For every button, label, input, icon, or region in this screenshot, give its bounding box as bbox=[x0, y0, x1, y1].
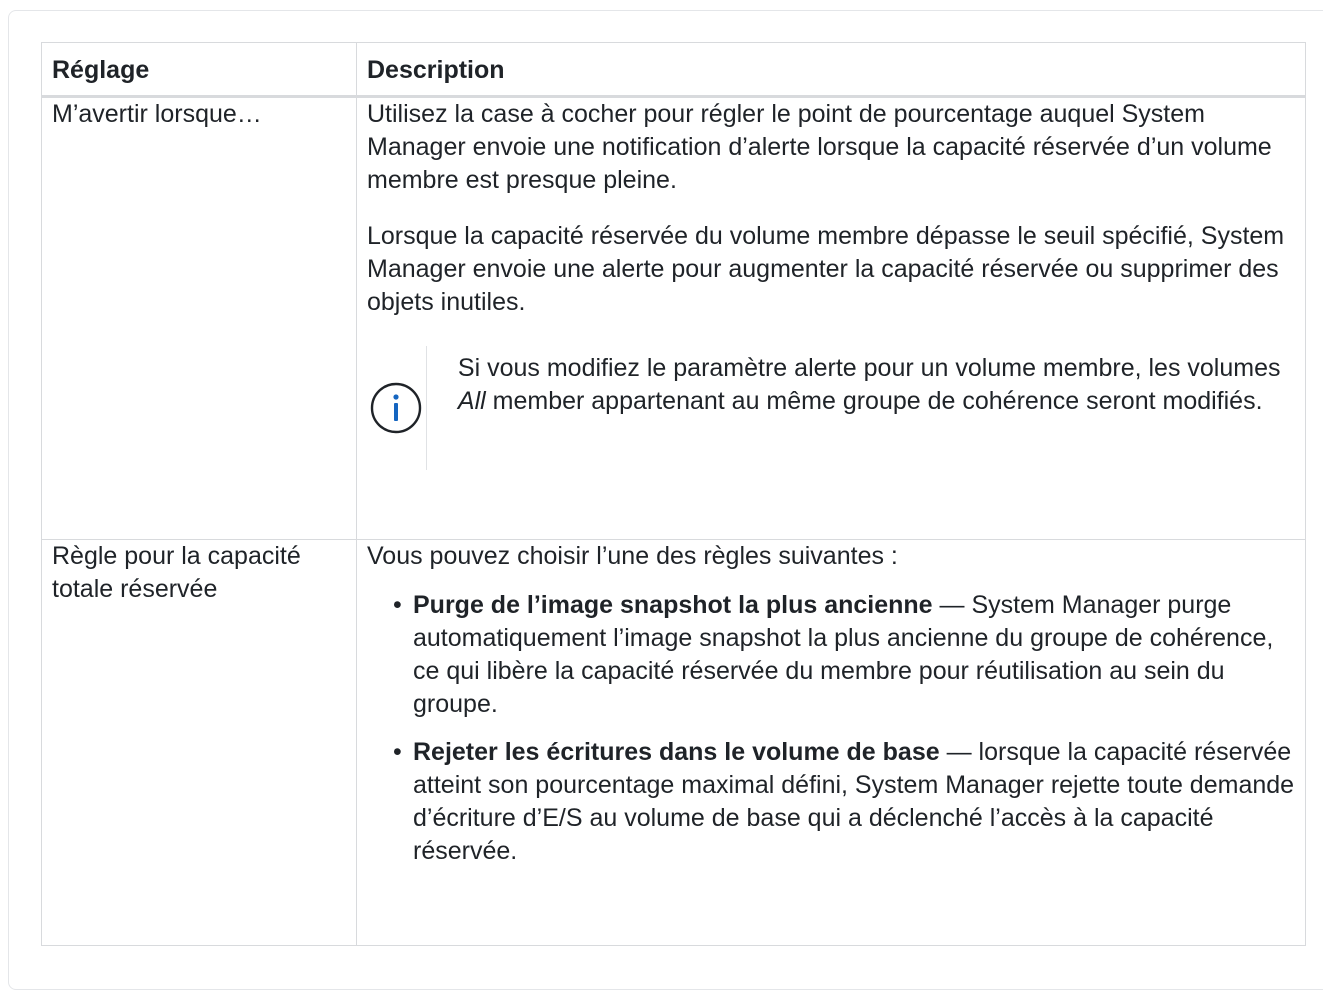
table-row: Règle pour la capacité totale réservée V… bbox=[41, 539, 1306, 946]
note-text: Si vous modifiez le paramètre alerte pou… bbox=[427, 346, 1295, 470]
table-row: M’avertir lorsque… Utilisez la case à co… bbox=[41, 96, 1306, 540]
description-paragraph: Lorsque la capacité réservée du volume m… bbox=[367, 222, 1285, 316]
rule-term: Rejeter les écritures dans le volume de … bbox=[413, 738, 940, 766]
column-header-setting: Réglage bbox=[41, 42, 357, 98]
settings-table: Réglage Description M’avertir lorsque… U… bbox=[41, 42, 1306, 946]
bullet: • bbox=[393, 738, 402, 766]
info-circle-icon bbox=[371, 382, 422, 434]
setting-name: M’avertir lorsque… bbox=[41, 96, 357, 540]
list-item: • Purge de l’image snapshot la plus anci… bbox=[391, 589, 1295, 721]
setting-description: Vous pouvez choisir l’une des règles sui… bbox=[356, 539, 1306, 946]
note-text-part: member appartenant au même groupe de coh… bbox=[485, 387, 1263, 415]
setting-description: Utilisez la case à cocher pour régler le… bbox=[356, 96, 1306, 540]
rule-term: Purge de l’image snapshot la plus ancien… bbox=[413, 591, 933, 619]
note-emphasis: All bbox=[457, 387, 486, 415]
note-text-part: Si vous modifiez le paramètre alerte pou… bbox=[457, 354, 1281, 382]
description-paragraph: Utilisez la case à cocher pour régler le… bbox=[367, 100, 1272, 194]
list-item: • Rejeter les écritures dans le volume d… bbox=[391, 736, 1295, 868]
info-note: Si vous modifiez le paramètre alerte pou… bbox=[367, 346, 1295, 470]
note-icon-container bbox=[367, 346, 427, 470]
column-header-description: Description bbox=[356, 42, 1306, 98]
rules-intro: Vous pouvez choisir l’une des règles sui… bbox=[367, 542, 898, 570]
table-header-row: Réglage Description bbox=[41, 42, 1306, 98]
rules-list: • Purge de l’image snapshot la plus anci… bbox=[367, 589, 1295, 868]
setting-name: Règle pour la capacité totale réservée bbox=[41, 539, 357, 946]
bullet: • bbox=[393, 591, 402, 619]
